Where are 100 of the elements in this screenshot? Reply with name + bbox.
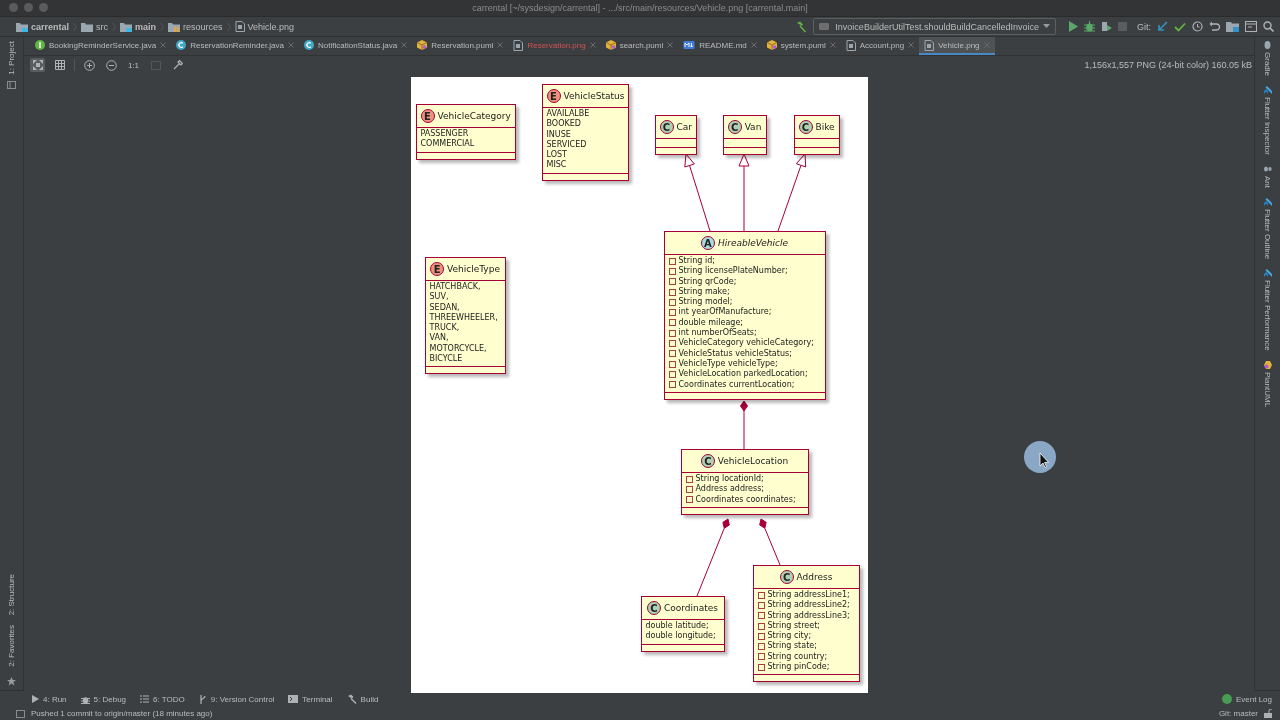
debug-icon[interactable] — [1084, 21, 1095, 32]
close-icon[interactable] — [288, 42, 294, 48]
class-field: int numberOfSeats; — [678, 328, 757, 339]
class-field: LOST — [546, 150, 567, 161]
close-icon[interactable] — [829, 42, 836, 48]
editor-tab[interactable]: README.md — [678, 37, 762, 55]
revert-icon[interactable] — [1209, 21, 1220, 32]
breadcrumb-item[interactable]: Vehicle.png — [234, 20, 295, 33]
zoom-out-button[interactable] — [104, 58, 119, 72]
tool-window-button[interactable]: 9: Version Control — [198, 694, 275, 704]
image-file-icon — [513, 39, 524, 51]
class-field: Coordinates coordinates; — [695, 494, 796, 505]
close-icon[interactable] — [401, 42, 408, 48]
stereotype-badge: A — [700, 236, 715, 250]
actual-size-button[interactable]: 1:1 — [126, 58, 141, 72]
editor-tab[interactable]: ReservationReminder.java — [171, 37, 299, 55]
tool-window-tab[interactable]: 2: Structure — [7, 573, 16, 616]
commit-icon[interactable] — [1174, 21, 1186, 32]
history-icon[interactable] — [1192, 21, 1203, 32]
breadcrumb-item[interactable]: resources — [168, 20, 223, 33]
cube-icon — [1263, 360, 1272, 369]
tool-window-button[interactable]: 6: TODO — [140, 694, 185, 704]
class-field: Address address; — [695, 484, 765, 495]
tool-window-tab[interactable]: PlantUML — [1263, 360, 1272, 407]
cube-icon — [417, 40, 428, 50]
tool-window-button[interactable]: 4: Run — [32, 694, 67, 704]
class-field: INUSE — [546, 129, 571, 140]
run-configuration-dropdown[interactable]: InvoiceBuilderUtilTest.shouldBuildCancelledInvoice — [813, 18, 1056, 35]
tool-window-tab[interactable]: 2: Favorites — [7, 625, 16, 667]
tool-window-tab[interactable]: Flutter Performance — [1263, 269, 1272, 351]
hammer-icon[interactable] — [795, 20, 808, 33]
terminal-window-icon[interactable] — [1245, 21, 1257, 32]
notification-badge-icon — [1221, 694, 1232, 704]
breadcrumb-item[interactable]: carrental — [16, 20, 70, 33]
event-log-button[interactable]: Event Log — [1221, 694, 1272, 704]
git-branch-widget[interactable]: Git: master — [1218, 709, 1258, 718]
bug-icon — [80, 694, 90, 704]
class-field: BICYCLE — [429, 354, 463, 365]
class-field: String addressLine2; — [767, 600, 850, 611]
run-icon[interactable] — [1068, 21, 1078, 32]
editor-tab[interactable]: NotificationStatus.java — [299, 37, 413, 55]
class-field: String model; — [678, 297, 733, 308]
cube-icon — [766, 40, 777, 50]
window-title: carrental [~/sysdesign/carrental] - .../src/main/resources/Vehicle.png [carrental.main] — [472, 3, 808, 13]
editor-tab[interactable]: Account.png — [840, 37, 920, 55]
status-message: Pushed 1 commit to origin/master (18 minutes ago) — [31, 709, 213, 718]
tool-window-button[interactable]: Terminal — [288, 694, 333, 704]
zoom-in-icon — [84, 59, 95, 71]
class-icon — [304, 40, 314, 50]
tool-window-tab[interactable]: Flutter Inspector — [1263, 86, 1272, 155]
class-name: HireableVehicle — [717, 238, 789, 248]
tool-window-button[interactable]: 5: Debug — [80, 694, 127, 704]
panel-icon — [7, 80, 16, 89]
breadcrumb-item[interactable]: main — [120, 20, 157, 33]
run-icon — [32, 695, 39, 703]
tool-window-tab[interactable]: 1: Project — [7, 41, 16, 75]
class-field: String locationId; — [695, 474, 764, 485]
editor-tab[interactable]: Reservation.puml — [412, 37, 509, 55]
terminal-icon — [288, 695, 299, 703]
panel-toggle-icon[interactable] — [16, 709, 25, 718]
interface-icon — [35, 40, 45, 50]
tool-window-tab[interactable]: Gradle — [1263, 41, 1272, 76]
class-name: Bike — [815, 122, 835, 132]
class-field: MISC — [546, 160, 567, 171]
class-name: Coordinates — [664, 603, 718, 613]
stereotype-badge: E — [430, 262, 445, 276]
class-field: String id; — [678, 256, 715, 267]
folder-icon — [81, 21, 94, 32]
class-name: Van — [744, 122, 762, 132]
editor-tab[interactable]: Vehicle.png — [919, 37, 995, 55]
folder-icon[interactable] — [1226, 21, 1239, 32]
editor-tab[interactable]: BookingReminderService.java — [30, 37, 172, 55]
search-icon[interactable] — [1263, 21, 1274, 32]
close-icon[interactable] — [497, 42, 504, 48]
breadcrumb-item[interactable]: src — [81, 20, 109, 33]
tool-window-tab[interactable]: Ant — [1263, 164, 1272, 188]
close-icon[interactable] — [750, 42, 757, 48]
editor-tab[interactable]: search.puml — [600, 37, 679, 55]
editor-tab[interactable]: system.puml — [761, 37, 841, 55]
stereotype-badge: E — [546, 89, 561, 103]
tool-window-tab[interactable]: Flutter Outline — [1263, 197, 1272, 260]
grid-button[interactable] — [52, 58, 67, 72]
close-icon[interactable] — [908, 42, 915, 48]
class-field: COMMERCIAL — [420, 139, 475, 150]
image-file-icon — [924, 39, 935, 51]
class-field: String licensePlateNumber; — [678, 266, 788, 277]
fit-zoom-button[interactable] — [30, 58, 45, 72]
stereotype-badge: C — [700, 454, 715, 468]
zoom-in-button[interactable] — [82, 58, 97, 72]
close-icon[interactable] — [667, 42, 674, 48]
stereotype-badge: C — [659, 120, 674, 134]
flutter-icon — [1263, 86, 1272, 94]
class-field: BOOKED — [546, 119, 581, 130]
tool-window-button[interactable]: Build — [346, 694, 379, 704]
close-icon[interactable] — [589, 42, 596, 48]
class-field: SEDAN, — [429, 302, 460, 313]
class-field: double longitude; — [645, 631, 716, 642]
close-icon[interactable] — [160, 42, 167, 48]
eyedropper-icon — [172, 60, 183, 70]
class-field: double mileage; — [678, 317, 744, 329]
